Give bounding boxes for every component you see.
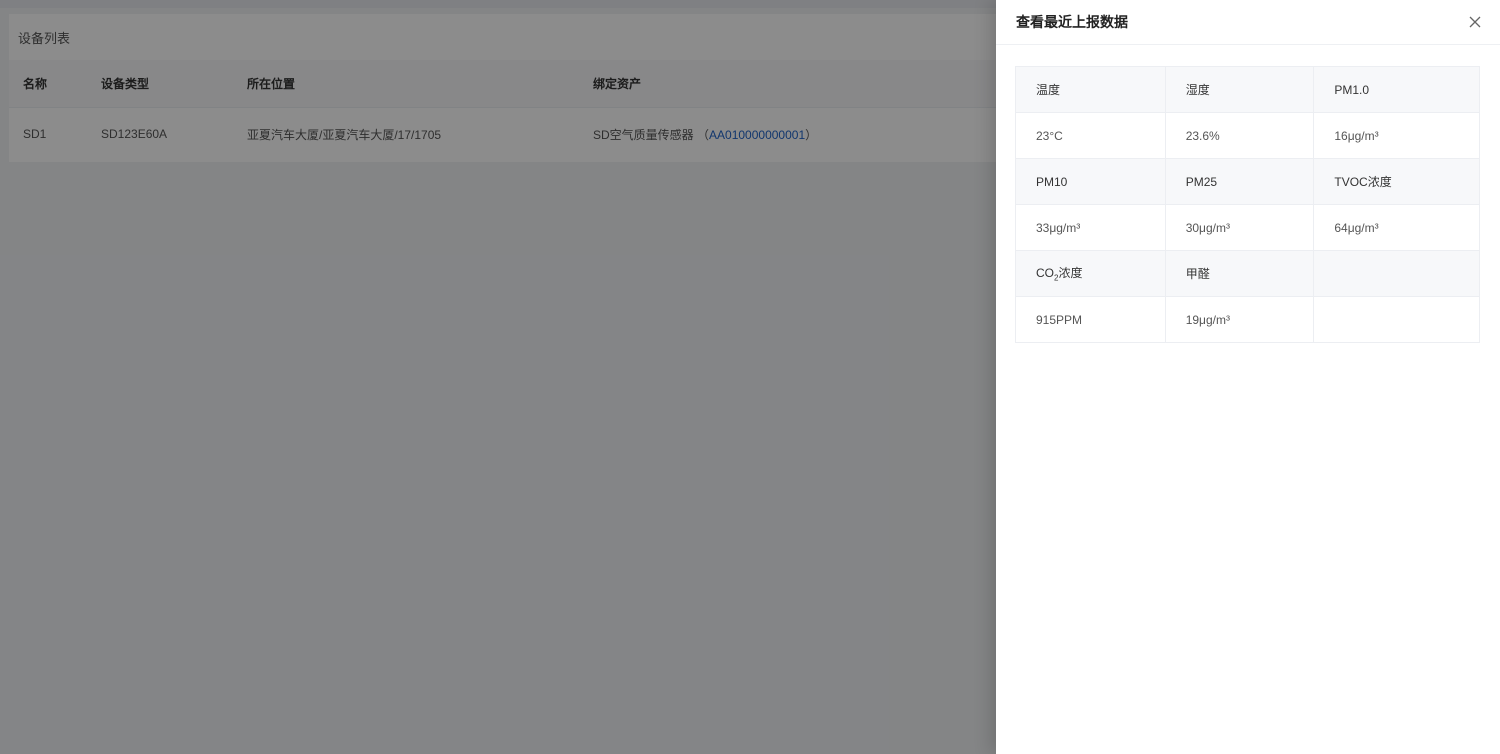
co2-prefix: CO <box>1036 266 1054 281</box>
grid-label-row: 温度 湿度 PM1.0 <box>1015 66 1480 113</box>
value-hcho: 19μg/m³ <box>1164 296 1315 343</box>
label-humidity: 湿度 <box>1164 66 1315 113</box>
close-button[interactable] <box>1466 13 1484 31</box>
label-pm25: PM25 <box>1164 158 1315 205</box>
value-pm1: 16μg/m³ <box>1313 112 1480 159</box>
close-icon <box>1469 16 1481 28</box>
grid-label-row: CO2浓度 甲醛 <box>1015 250 1480 297</box>
grid-value-row: 23°C 23.6% 16μg/m³ <box>1015 112 1480 159</box>
label-tvoc: TVOC浓度 <box>1313 158 1480 205</box>
value-co2: 915PPM <box>1015 296 1166 343</box>
recent-data-drawer: 查看最近上报数据 温度 湿度 PM1.0 23°C 23.6% 16μg/m³ … <box>996 0 1500 754</box>
label-co2: CO2浓度 <box>1015 250 1166 297</box>
label-hcho: 甲醛 <box>1164 250 1315 297</box>
value-temperature: 23°C <box>1015 112 1166 159</box>
grid-label-row: PM10 PM25 TVOC浓度 <box>1015 158 1480 205</box>
label-pm1: PM1.0 <box>1313 66 1480 113</box>
sensor-data-grid: 温度 湿度 PM1.0 23°C 23.6% 16μg/m³ PM10 PM25… <box>1015 66 1480 343</box>
label-temperature: 温度 <box>1015 66 1166 113</box>
value-tvoc: 64μg/m³ <box>1313 204 1480 251</box>
grid-value-row: 33μg/m³ 30μg/m³ 64μg/m³ <box>1015 204 1480 251</box>
grid-value-row: 915PPM 19μg/m³ <box>1015 296 1480 343</box>
value-pm25: 30μg/m³ <box>1164 204 1315 251</box>
drawer-title: 查看最近上报数据 <box>1016 14 1128 30</box>
value-humidity: 23.6% <box>1164 112 1315 159</box>
co2-suffix: 浓度 <box>1058 266 1083 281</box>
label-pm10: PM10 <box>1015 158 1166 205</box>
value-pm10: 33μg/m³ <box>1015 204 1166 251</box>
label-empty <box>1313 250 1480 297</box>
value-empty <box>1313 296 1480 343</box>
drawer-body: 温度 湿度 PM1.0 23°C 23.6% 16μg/m³ PM10 PM25… <box>996 45 1500 343</box>
drawer-header: 查看最近上报数据 <box>996 0 1500 45</box>
